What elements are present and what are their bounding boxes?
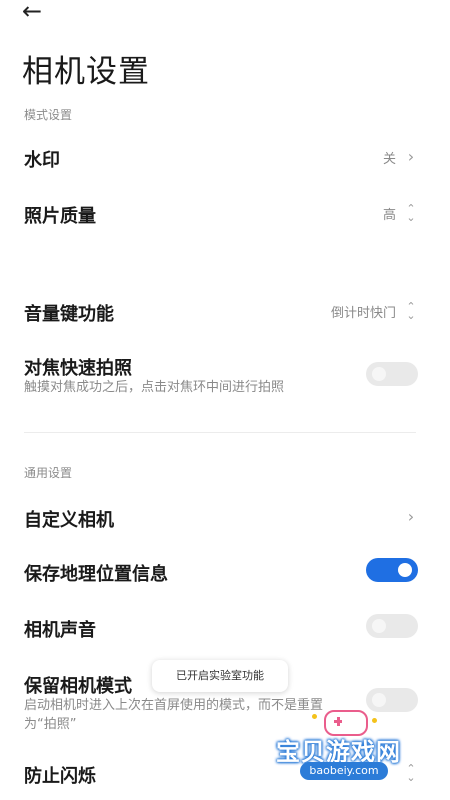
setting-row-volume-key[interactable]: 音量键功能 倒计时快门 ⌃ ⌄: [0, 290, 450, 334]
save-location-toggle[interactable]: [366, 558, 418, 582]
back-button[interactable]: ←: [22, 0, 48, 24]
section-header-general: 通用设置: [24, 466, 73, 480]
setting-description: 触摸对焦成功之后，点击对焦环中间进行拍照: [24, 380, 285, 395]
setting-label: 防止闪烁: [24, 766, 96, 787]
setting-label: 相机声音: [24, 620, 96, 641]
setting-row-watermark[interactable]: 水印 关 ›: [0, 136, 450, 180]
arrow-left-icon: ←: [22, 0, 43, 25]
divider: [24, 432, 416, 433]
keep-mode-toggle[interactable]: [366, 688, 418, 712]
setting-label: 音量键功能: [24, 304, 114, 325]
watermark-logo: 宝贝游戏网 baobeiy.com: [272, 710, 432, 796]
setting-row-photo-quality[interactable]: 照片质量 高 ⌃ ⌄: [0, 192, 450, 236]
setting-value: 高: [382, 208, 396, 223]
chevron-up-down-icon: ⌃ ⌄: [406, 202, 416, 224]
setting-row-focus-shot: 对焦快速拍照 触摸对焦成功之后，点击对焦环中间进行拍照: [0, 346, 450, 402]
chevron-right-icon: ›: [407, 507, 415, 526]
setting-label: 水印: [24, 150, 60, 171]
setting-label: 保存地理位置信息: [24, 564, 168, 585]
setting-label: 保留相机模式: [24, 676, 132, 697]
toast-message: 已开启实验室功能: [152, 660, 288, 692]
setting-value: 关: [382, 152, 396, 167]
chevron-right-icon: ›: [407, 147, 415, 166]
camera-sound-toggle[interactable]: [366, 614, 418, 638]
section-header-mode: 模式设置: [24, 108, 73, 122]
focus-shot-toggle[interactable]: [366, 362, 418, 386]
setting-row-camera-sound: 相机声音: [0, 606, 450, 650]
setting-label: 自定义相机: [24, 510, 114, 531]
setting-row-custom-camera[interactable]: 自定义相机 ›: [0, 496, 450, 540]
watermark-url: baobeiy.com: [300, 762, 388, 780]
page-title: 相机设置: [22, 54, 150, 90]
setting-label: 照片质量: [24, 206, 96, 227]
setting-row-save-location: 保存地理位置信息: [0, 550, 450, 594]
setting-label: 对焦快速拍照: [24, 358, 132, 379]
chevron-up-down-icon: ⌃ ⌄: [406, 300, 416, 322]
setting-value: 倒计时快门: [330, 306, 396, 321]
